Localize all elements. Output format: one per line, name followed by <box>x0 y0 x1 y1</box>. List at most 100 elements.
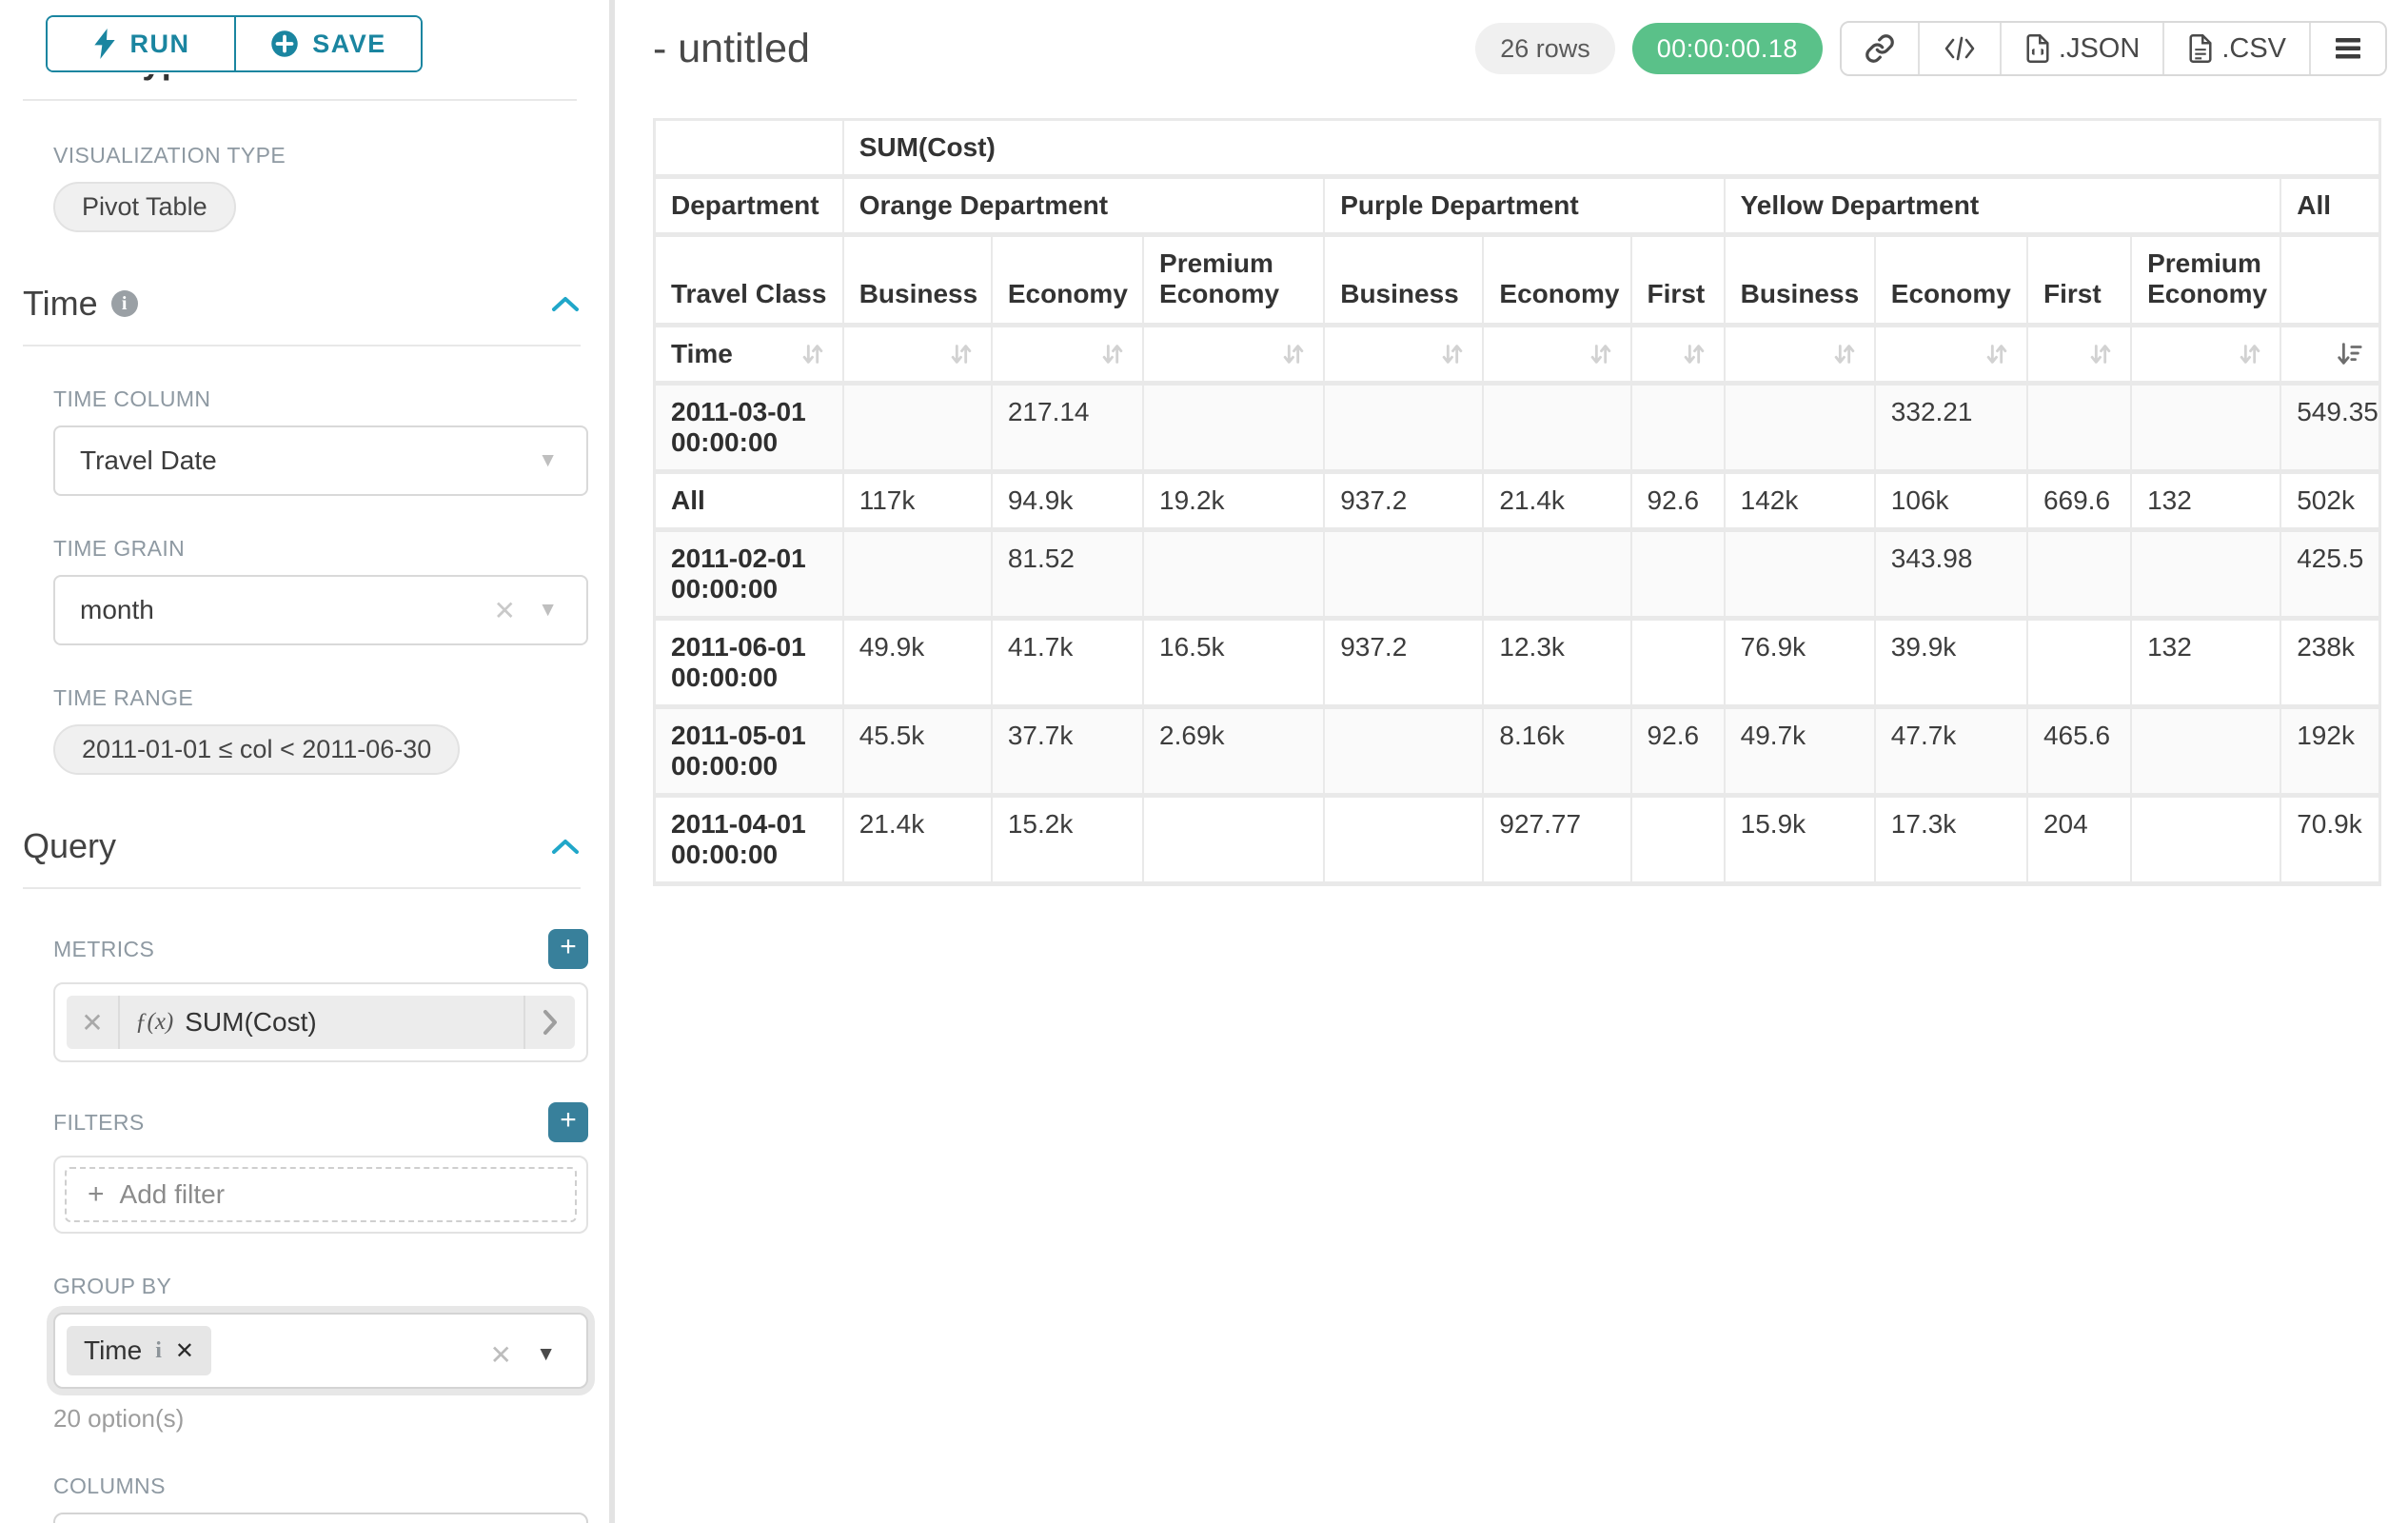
chevron-up-icon[interactable] <box>550 294 581 313</box>
viz-type-label: VISUALIZATION TYPE <box>53 143 588 168</box>
sort-icon[interactable] <box>947 340 976 368</box>
panel-topbar: RUN SAVE <box>0 0 609 74</box>
save-button[interactable]: SAVE <box>234 17 421 70</box>
value-cell: 8.16k <box>1483 707 1630 796</box>
value-cell <box>2131 796 2280 884</box>
column-header: First <box>2027 235 2131 326</box>
menu-icon <box>2334 36 2362 61</box>
add-filter-plus-button[interactable]: + <box>548 1102 588 1142</box>
menu-button[interactable] <box>2309 23 2385 74</box>
chevron-up-icon[interactable] <box>550 837 581 856</box>
time-section-title: Time i <box>23 284 138 324</box>
column-header: Economy <box>992 235 1143 326</box>
sort-icon[interactable] <box>1438 340 1467 368</box>
sort-header-cell <box>2280 326 2379 384</box>
caret-down-icon[interactable]: ▼ <box>536 1343 556 1366</box>
remove-metric-icon[interactable]: ✕ <box>67 996 120 1049</box>
sort-header-cell <box>992 326 1143 384</box>
export-json-button[interactable]: .JSON <box>2000 23 2162 74</box>
query-section-header: Query <box>0 826 609 866</box>
bolt-icon <box>92 29 117 59</box>
sort-icon[interactable] <box>1680 340 1708 368</box>
value-cell <box>2131 530 2280 619</box>
add-metric-button[interactable]: + <box>548 929 588 969</box>
time-section-header: Time i <box>0 284 609 324</box>
json-label: .JSON <box>2059 33 2140 65</box>
info-icon: i <box>111 290 138 317</box>
metrics-field: METRICS + ✕ ƒ(x) SUM(Cost) <box>0 929 609 1062</box>
plus-circle-icon <box>270 30 299 58</box>
value-cell <box>2027 619 2131 707</box>
value-cell <box>1324 384 1483 472</box>
group-by-chips: Timei✕ <box>67 1326 482 1375</box>
sort-icon[interactable] <box>1279 340 1308 368</box>
code-icon <box>1943 34 1977 63</box>
column-header: Economy <box>1483 235 1630 326</box>
dimension-chip[interactable]: Timei✕ <box>67 1326 211 1375</box>
value-cell <box>1143 796 1324 884</box>
caret-down-icon: ▼ <box>538 449 558 472</box>
sort-icon[interactable] <box>1830 340 1859 368</box>
add-filter-button[interactable]: + Add filter <box>65 1167 577 1222</box>
clear-icon[interactable]: ✕ <box>490 1339 512 1371</box>
value-cell: 37.7k <box>992 707 1143 796</box>
group-by-field: GROUP BY Timei✕ ✕ ▼ 20 option(s) <box>0 1274 609 1434</box>
query-timer-badge: 00:00:00.18 <box>1632 23 1823 74</box>
query-section-title: Query <box>23 826 116 866</box>
group-by-select[interactable]: Timei✕ ✕ ▼ <box>53 1313 588 1389</box>
sort-icon[interactable] <box>1098 340 1127 368</box>
column-header: Economy <box>1875 235 2027 326</box>
export-csv-button[interactable]: .CSV <box>2162 23 2309 74</box>
viz-type-section: VISUALIZATION TYPE Pivot Table <box>0 143 609 232</box>
table-row: All117k94.9k19.2k937.221.4k92.6142k106k6… <box>655 472 2380 530</box>
time-column-field: TIME COLUMN Travel Date ▼ <box>0 386 609 496</box>
header-actions: 26 rows 00:00:00.18 .JSON .CSV <box>1475 21 2397 76</box>
sort-header-cell <box>2131 326 2280 384</box>
sort-icon[interactable] <box>799 340 827 368</box>
value-cell <box>1631 384 1725 472</box>
embed-code-button[interactable] <box>1918 23 2000 74</box>
column-header: Premium Economy <box>1143 235 1324 326</box>
value-cell: 19.2k <box>1143 472 1324 530</box>
value-cell: 16.5k <box>1143 619 1324 707</box>
value-cell: 70.9k <box>2280 796 2379 884</box>
caret-down-icon: ▼ <box>538 599 558 622</box>
sort-header-cell <box>1143 326 1324 384</box>
table-row: 2011-04-01 00:00:0021.4k15.2k927.7715.9k… <box>655 796 2380 884</box>
value-cell: 937.2 <box>1324 472 1483 530</box>
time-range-chip[interactable]: 2011-01-01 ≤ col < 2011-06-30 <box>53 724 460 775</box>
chart-title[interactable]: - untitled <box>653 26 810 72</box>
sort-icon[interactable] <box>1587 340 1615 368</box>
sort-desc-icon[interactable] <box>2335 340 2363 368</box>
app-root: Chart Type RUN SAVE VISUALIZATION TYPE <box>0 0 2408 1523</box>
chevron-right-icon[interactable] <box>523 996 575 1049</box>
value-cell: 106k <box>1875 472 2027 530</box>
run-button[interactable]: RUN <box>48 17 234 70</box>
add-filter-label: Add filter <box>120 1179 226 1210</box>
sort-icon[interactable] <box>2236 340 2264 368</box>
metric-name: SUM(Cost) <box>185 1007 316 1038</box>
sort-icon[interactable] <box>1983 340 2011 368</box>
metric-chip[interactable]: ✕ ƒ(x) SUM(Cost) <box>67 996 575 1049</box>
row-label-cell: 2011-03-01 00:00:00 <box>655 384 843 472</box>
group-by-options-hint: 20 option(s) <box>53 1404 588 1434</box>
sort-icon[interactable] <box>2086 340 2115 368</box>
viz-type-chip[interactable]: Pivot Table <box>53 182 236 232</box>
time-grain-label: TIME GRAIN <box>53 536 588 562</box>
value-cell: 92.6 <box>1631 707 1725 796</box>
value-cell <box>1143 530 1324 619</box>
value-cell <box>2131 707 2280 796</box>
table-row: 2011-06-01 00:00:0049.9k41.7k16.5k937.21… <box>655 619 2380 707</box>
time-grain-select[interactable]: month ✕ ▼ <box>53 575 588 645</box>
control-panel: Chart Type RUN SAVE VISUALIZATION TYPE <box>0 0 609 1523</box>
copy-link-button[interactable] <box>1842 23 1918 74</box>
value-cell: 192k <box>2280 707 2379 796</box>
remove-chip-icon[interactable]: ✕ <box>175 1337 194 1365</box>
run-label: RUN <box>130 30 190 59</box>
value-cell: 12.3k <box>1483 619 1630 707</box>
corner-cell <box>655 120 843 177</box>
time-column-select[interactable]: Travel Date ▼ <box>53 425 588 496</box>
columns-select[interactable]: Department✕Travel Class✕ ✕ ▼ <box>53 1513 588 1523</box>
clear-icon[interactable]: ✕ <box>494 595 516 626</box>
sort-header-cell <box>1875 326 2027 384</box>
